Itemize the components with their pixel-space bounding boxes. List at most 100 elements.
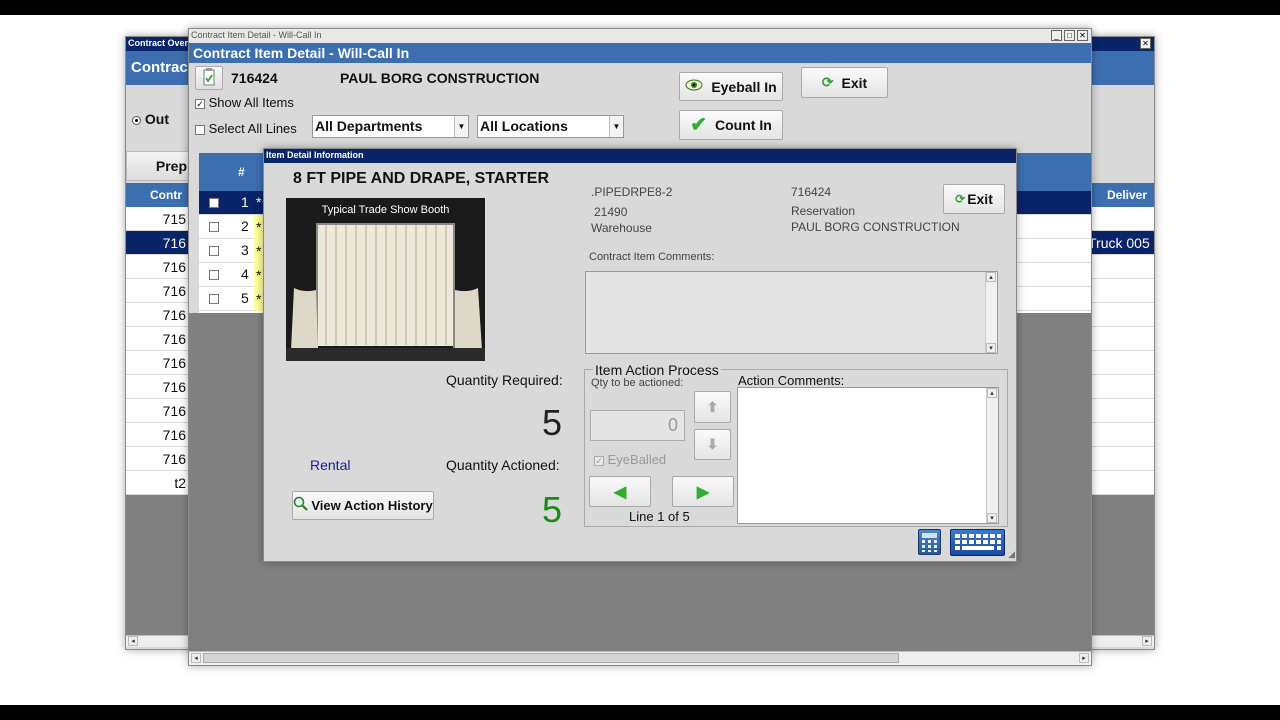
select-all-lines-checkbox[interactable]: Select All Lines: [195, 121, 297, 136]
table-row[interactable]: [1092, 375, 1154, 399]
exit-button[interactable]: ⟳ Exit: [801, 67, 888, 98]
item-detail-header: Contract Item Detail - Will-Call In: [189, 43, 1091, 63]
contract-comments-textarea[interactable]: ▴ ▾: [585, 271, 998, 354]
table-row[interactable]: [1092, 279, 1154, 303]
item-detail-header-text: Contract Item Detail - Will-Call In: [193, 45, 410, 61]
comments-scrollbar[interactable]: ▴ ▾: [985, 272, 997, 353]
main-hscrollbar[interactable]: ◂ ▸: [189, 651, 1091, 665]
table-row[interactable]: [1092, 303, 1154, 327]
qty-required-value: 5: [542, 402, 563, 443]
contract-clipboard-icon[interactable]: [195, 66, 223, 90]
table-row[interactable]: 716: [126, 255, 190, 279]
col-contract-label: Contr: [150, 188, 182, 202]
contract-number: 716424: [231, 70, 278, 86]
row-cell: t2: [174, 475, 186, 491]
table-row[interactable]: 716: [126, 231, 190, 255]
row-cell: 716: [162, 403, 186, 419]
qty-actioned-label: Quantity Actioned:: [446, 457, 560, 473]
row-cell: 716: [162, 307, 186, 323]
action-comments-label: Action Comments:: [738, 373, 845, 388]
item-number: 21490: [594, 205, 628, 219]
departments-select[interactable]: All Departments ▼: [312, 115, 469, 138]
count-in-button[interactable]: ✔ Count In: [679, 110, 783, 140]
maximize-icon[interactable]: □: [1064, 30, 1075, 41]
table-row[interactable]: 716: [126, 327, 190, 351]
row-checkbox[interactable]: [209, 246, 219, 256]
eyeballed-checkbox[interactable]: ✓ EyeBalled: [594, 452, 666, 467]
row-cell: 716: [162, 427, 186, 443]
table-row[interactable]: [1092, 207, 1154, 231]
table-row[interactable]: t2: [126, 471, 190, 495]
previous-line-button[interactable]: ◀: [589, 476, 651, 507]
table-row[interactable]: [1092, 471, 1154, 495]
chevron-down-icon: ▼: [609, 116, 623, 137]
show-all-items-checkbox[interactable]: ✓ Show All Items: [195, 95, 294, 110]
locations-select[interactable]: All Locations ▼: [477, 115, 624, 138]
item-detail-dialog: Item Detail Information 8 FT PIPE AND DR…: [263, 148, 1017, 562]
dialog-exit-button[interactable]: ⟳ Exit: [943, 184, 1005, 214]
scroll-up-icon[interactable]: ▴: [986, 272, 996, 282]
back-grid-body: 715 716 716 716 716 716 716 716 716 716 …: [126, 207, 190, 495]
table-row[interactable]: [1092, 423, 1154, 447]
table-row[interactable]: Truck 005: [1092, 231, 1154, 255]
row-checkbox[interactable]: [209, 222, 219, 232]
table-row[interactable]: 715: [126, 207, 190, 231]
keyboard-icon[interactable]: [950, 529, 1005, 556]
eyeballed-label: EyeBalled: [607, 452, 667, 467]
row-checkbox[interactable]: [209, 270, 219, 280]
item-detail-title: Contract Item Detail - Will-Call In: [191, 30, 322, 40]
out-radio[interactable]: Out: [132, 111, 169, 127]
table-row[interactable]: [1092, 327, 1154, 351]
table-row[interactable]: [1092, 351, 1154, 375]
table-row[interactable]: 716: [126, 423, 190, 447]
item-status: Reservation: [791, 204, 856, 218]
scroll-right-icon[interactable]: ▸: [1142, 636, 1152, 646]
calculator-icon[interactable]: [918, 529, 941, 555]
table-row[interactable]: 716: [126, 447, 190, 471]
view-action-history-button[interactable]: View Action History: [292, 491, 434, 520]
table-row[interactable]: [1092, 255, 1154, 279]
action-comments-textarea[interactable]: ▴ ▾: [737, 387, 999, 524]
close-icon[interactable]: ✕: [1077, 30, 1088, 41]
table-row[interactable]: [1092, 447, 1154, 471]
line-of-label: Line 1 of 5: [629, 509, 690, 524]
table-row[interactable]: [1092, 399, 1154, 423]
row-cell: 716: [162, 235, 186, 251]
table-row[interactable]: 716: [126, 351, 190, 375]
qty-to-action-input[interactable]: 0: [590, 410, 685, 441]
row-cell: 716: [162, 259, 186, 275]
qty-actioned-value: 5: [542, 489, 563, 530]
view-action-history-label: View Action History: [311, 498, 433, 513]
scroll-down-icon[interactable]: ▾: [986, 343, 996, 353]
scroll-thumb[interactable]: [203, 653, 899, 663]
row-checkbox[interactable]: [209, 294, 219, 304]
scroll-left-icon[interactable]: ◂: [128, 636, 138, 646]
letterbox-top: [0, 0, 1280, 15]
scroll-left-icon[interactable]: ◂: [191, 653, 201, 663]
eyeball-in-button[interactable]: Eyeball In: [679, 72, 783, 101]
qty-to-action-value: 0: [667, 415, 678, 435]
scroll-up-icon[interactable]: ▴: [987, 388, 997, 398]
next-line-button[interactable]: ▶: [672, 476, 734, 507]
resize-grip-icon[interactable]: ◢: [1008, 549, 1015, 560]
arrow-down-icon: ⬇: [706, 436, 719, 452]
arrow-up-icon: ⬆: [706, 398, 719, 415]
close-icon[interactable]: ✕: [1140, 38, 1151, 49]
item-image: Typical Trade Show Booth: [286, 198, 485, 361]
scroll-right-icon[interactable]: ▸: [1079, 653, 1089, 663]
eye-icon: [685, 78, 703, 95]
table-row[interactable]: 716: [126, 375, 190, 399]
col-deliver-label: Deliver: [1107, 188, 1148, 202]
table-row[interactable]: 716: [126, 279, 190, 303]
action-comments-scrollbar[interactable]: ▴ ▾: [986, 388, 998, 523]
qty-up-button[interactable]: ⬆: [694, 391, 731, 423]
tab-prep-label: Prep: [155, 158, 187, 174]
table-row[interactable]: 716: [126, 399, 190, 423]
minimize-icon[interactable]: _: [1051, 30, 1062, 41]
checkbox-icon: [195, 124, 205, 135]
table-row[interactable]: 716: [126, 303, 190, 327]
row-checkbox[interactable]: [209, 198, 219, 208]
qty-down-button[interactable]: ⬇: [694, 429, 731, 460]
scroll-down-icon[interactable]: ▾: [987, 513, 997, 523]
tab-prep[interactable]: Prep: [126, 151, 190, 181]
